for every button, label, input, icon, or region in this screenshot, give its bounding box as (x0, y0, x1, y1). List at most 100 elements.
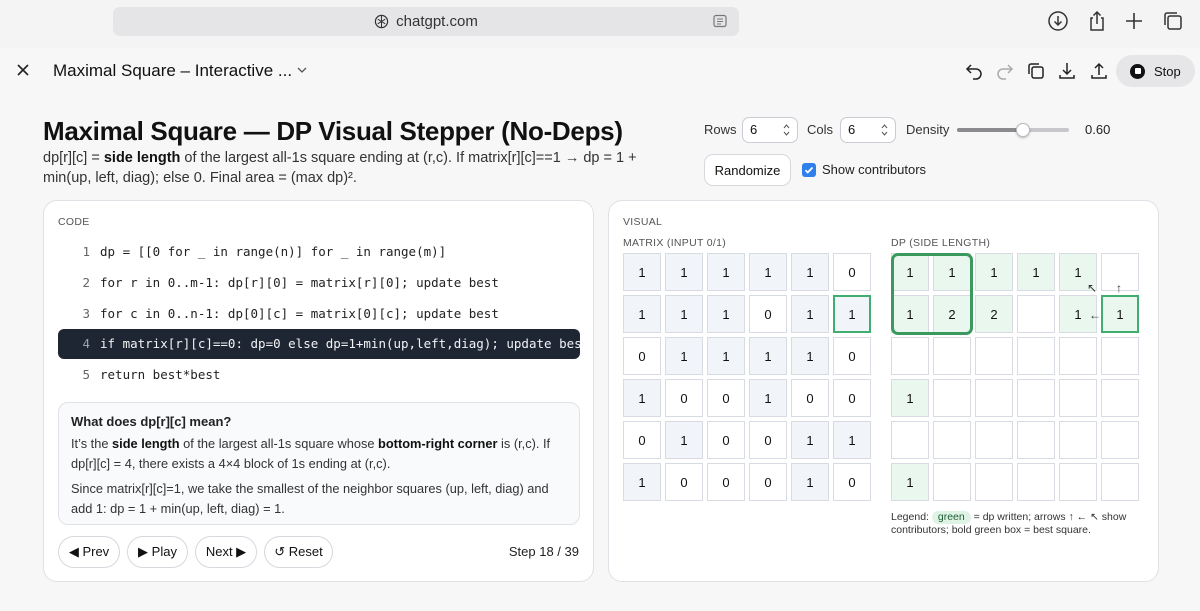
matrix-cell[interactable]: 1 (665, 337, 703, 375)
matrix-cell[interactable]: 1 (623, 463, 661, 501)
matrix-cell[interactable]: 0 (791, 379, 829, 417)
matrix-cell[interactable]: 0 (707, 379, 745, 417)
matrix-cell[interactable]: 1 (791, 295, 829, 333)
matrix-cell[interactable]: 0 (707, 463, 745, 501)
randomize-button[interactable]: Randomize (704, 154, 791, 186)
redo-icon[interactable] (994, 60, 1016, 82)
play-button[interactable]: ▶ Play (127, 536, 188, 568)
matrix-cell[interactable]: 1 (623, 253, 661, 291)
matrix-cell[interactable]: 0 (833, 337, 871, 375)
rows-input[interactable]: 6 (742, 117, 798, 143)
dp-cell[interactable]: 1 (891, 463, 929, 501)
document-title[interactable]: Maximal Square – Interactive ... (53, 61, 292, 81)
matrix-cell[interactable]: 1 (791, 337, 829, 375)
dp-cell[interactable] (1017, 421, 1055, 459)
dp-cell[interactable] (1017, 295, 1055, 333)
dp-cell[interactable] (1101, 379, 1139, 417)
matrix-cell[interactable]: 0 (833, 253, 871, 291)
matrix-cell[interactable]: 0 (665, 463, 703, 501)
matrix-cell[interactable]: 1 (623, 295, 661, 333)
dp-cell[interactable] (1017, 379, 1055, 417)
address-bar[interactable]: chatgpt.com (113, 7, 739, 36)
next-button[interactable]: Next ▶ (195, 536, 257, 568)
dp-cell[interactable] (1101, 463, 1139, 501)
tabs-overview-icon[interactable] (1161, 9, 1185, 33)
dp-cell[interactable] (1101, 337, 1139, 375)
matrix-cell[interactable]: 1 (665, 421, 703, 459)
dp-cell[interactable] (1101, 421, 1139, 459)
dp-cell[interactable]: 1 (1017, 253, 1055, 291)
show-contributors-label[interactable]: Show contributors (822, 162, 926, 177)
show-contributors-checkbox[interactable] (802, 163, 816, 177)
share-icon[interactable] (1085, 9, 1109, 33)
dp-cell[interactable] (1059, 379, 1097, 417)
dp-cell[interactable]: 1 (891, 295, 929, 333)
dp-cell[interactable] (933, 421, 971, 459)
download-icon[interactable] (1046, 9, 1070, 33)
dp-cell[interactable] (975, 463, 1013, 501)
matrix-cell[interactable]: 0 (749, 463, 787, 501)
matrix-cell[interactable]: 1 (749, 379, 787, 417)
undo-icon[interactable] (963, 60, 985, 82)
matrix-cell[interactable]: 0 (833, 379, 871, 417)
dp-cell[interactable]: 1 (933, 253, 971, 291)
dp-cell[interactable]: 1 ← ↑ ↖ (1087, 281, 1139, 333)
dp-cell[interactable] (933, 337, 971, 375)
dp-cell[interactable] (975, 421, 1013, 459)
matrix-cell[interactable]: 0 (833, 463, 871, 501)
download-icon[interactable] (1056, 60, 1078, 82)
dp-cell[interactable]: 1 (891, 379, 929, 417)
stepper-icon[interactable] (783, 123, 790, 137)
slider-thumb[interactable] (1016, 123, 1030, 137)
matrix-cell[interactable]: 0 (749, 421, 787, 459)
dp-cell[interactable] (891, 421, 929, 459)
upload-share-icon[interactable] (1088, 60, 1110, 82)
dp-cell[interactable]: 2 (975, 295, 1013, 333)
reader-mode-icon[interactable] (713, 14, 727, 28)
dp-cell[interactable] (1017, 463, 1055, 501)
line-number: 4 (82, 336, 90, 351)
matrix-cell[interactable]: 1 (749, 337, 787, 375)
reset-button[interactable]: ↺ Reset (264, 536, 333, 568)
chevron-down-icon[interactable] (296, 64, 308, 76)
matrix-cell[interactable]: 1 (749, 253, 787, 291)
stepper-icon[interactable] (881, 123, 888, 137)
dp-cell[interactable] (1059, 337, 1097, 375)
dp-cell[interactable] (1017, 337, 1055, 375)
dp-value: 1 (1032, 264, 1040, 280)
explanation-text: of the largest all-1s square whose (179, 436, 379, 451)
dp-cell[interactable] (933, 463, 971, 501)
new-tab-icon[interactable] (1122, 9, 1146, 33)
density-slider[interactable] (957, 123, 1069, 137)
matrix-cell[interactable]: 1 (665, 253, 703, 291)
stop-button[interactable]: Stop (1116, 55, 1195, 87)
matrix-cell[interactable]: 0 (707, 421, 745, 459)
dp-cell[interactable] (1059, 463, 1097, 501)
matrix-cell[interactable]: 1 (791, 253, 829, 291)
dp-cell[interactable] (975, 379, 1013, 417)
matrix-cell[interactable]: 1 (791, 421, 829, 459)
matrix-cell[interactable]: 1 (707, 253, 745, 291)
matrix-cell[interactable]: 1 (623, 379, 661, 417)
matrix-cell[interactable]: 0 (749, 295, 787, 333)
matrix-cell[interactable]: 0 (623, 421, 661, 459)
matrix-cell[interactable]: 1 (665, 295, 703, 333)
matrix-cell[interactable]: 1 (707, 337, 745, 375)
matrix-cell[interactable]: 1 (707, 295, 745, 333)
dp-cell[interactable] (933, 379, 971, 417)
dp-cell[interactable]: 2 (933, 295, 971, 333)
matrix-cell[interactable]: 1 (791, 463, 829, 501)
prev-button[interactable]: ◀ Prev (58, 536, 120, 568)
cols-input[interactable]: 6 (840, 117, 896, 143)
matrix-cell[interactable]: 1 (833, 421, 871, 459)
dp-cell[interactable] (1059, 421, 1097, 459)
matrix-cell[interactable]: 0 (665, 379, 703, 417)
copy-icon[interactable] (1025, 60, 1047, 82)
dp-cell[interactable] (891, 337, 929, 375)
matrix-cell[interactable]: 0 (623, 337, 661, 375)
dp-cell[interactable]: 1 (975, 253, 1013, 291)
dp-cell[interactable] (975, 337, 1013, 375)
matrix-cell[interactable]: 1 (833, 295, 871, 333)
dp-cell[interactable]: 1 (891, 253, 929, 291)
close-icon[interactable] (12, 59, 34, 81)
